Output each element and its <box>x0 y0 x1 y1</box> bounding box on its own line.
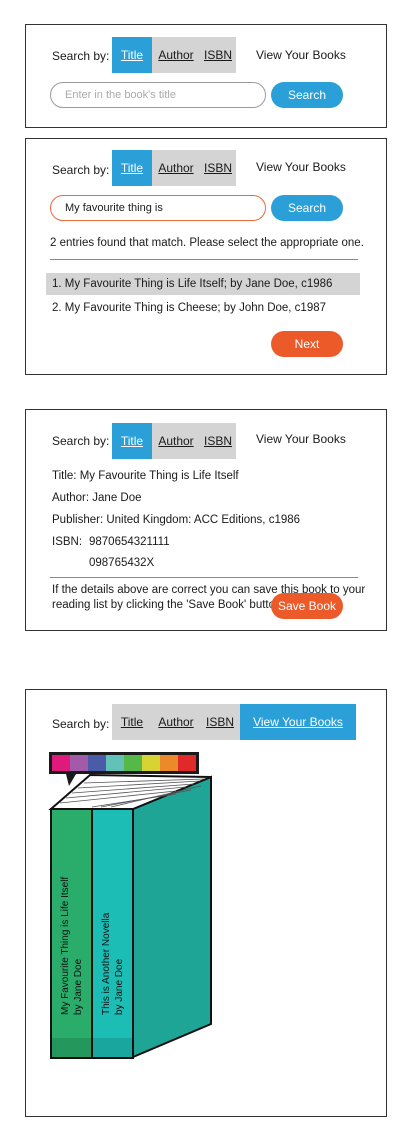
book-spine-2 <box>91 808 134 1059</box>
tab-isbn[interactable]: ISBN <box>200 150 236 186</box>
search-tabs: Title Author ISBN <box>112 150 236 186</box>
palette-swatch[interactable] <box>70 755 88 771</box>
search-by-label: Search by: <box>52 49 110 63</box>
save-instructions-line2: reading list by clicking the 'Save Book'… <box>52 599 285 611</box>
search-panel-initial: Search by: Title Author ISBN View Your B… <box>25 24 387 128</box>
palette-swatch[interactable] <box>88 755 106 771</box>
palette-swatch[interactable] <box>52 755 70 771</box>
search-button[interactable]: Search <box>271 195 343 221</box>
tab-title[interactable]: Title <box>112 150 152 186</box>
tab-group-other: Author ISBN <box>152 150 236 186</box>
isbn-label: ISBN: <box>52 536 83 548</box>
search-by-label: Search by: <box>52 163 110 177</box>
book2-author: by Jane Doe <box>114 958 125 1015</box>
search-tabs: Title Author ISBN <box>112 37 236 73</box>
palette-pointer-icon <box>66 774 76 786</box>
tab-title[interactable]: Title <box>112 37 152 73</box>
palette-swatch[interactable] <box>124 755 142 771</box>
palette-swatch[interactable] <box>142 755 160 771</box>
tab-group-other: Author ISBN <box>152 37 236 73</box>
view-books-link[interactable]: View Your Books <box>256 37 346 73</box>
tab-title[interactable]: Title <box>112 423 152 459</box>
tab-author[interactable]: Author <box>152 423 200 459</box>
search-by-label: Search by: <box>52 434 110 448</box>
palette-swatch[interactable] <box>106 755 124 771</box>
search-button[interactable]: Search <box>271 82 343 108</box>
tab-isbn[interactable]: ISBN <box>200 423 236 459</box>
divider <box>50 259 358 260</box>
view-books-link[interactable]: View Your Books <box>256 421 346 457</box>
title-search-input[interactable]: My favourite thing is <box>50 195 266 221</box>
tab-author[interactable]: Author <box>152 150 200 186</box>
search-tabs: Title Author ISBN <box>112 423 236 459</box>
book2-title: This is Another Novella <box>101 912 112 1015</box>
book-author: Author: Jane Doe <box>52 492 142 504</box>
tab-author[interactable]: Author <box>152 37 200 73</box>
save-book-button[interactable]: Save Book <box>271 593 343 619</box>
book1-title: My Favourite Thing is Life Itself <box>60 877 71 1015</box>
result-item[interactable]: 2. My Favourite Thing is Cheese; by John… <box>46 297 360 319</box>
view-books-panel: Search by: Title Author ISBN View Your B… <box>25 689 387 1117</box>
title-search-input[interactable]: Enter in the book's title <box>50 82 266 108</box>
bookshelf-illustration: My Favourite Thing is Life Itself by Jan… <box>48 752 212 1059</box>
book-block-side <box>132 775 212 1059</box>
book1-author: by Jane Doe <box>73 958 84 1015</box>
book-details-panel: Search by: Title Author ISBN View Your B… <box>25 409 387 631</box>
book-spine-1 <box>50 808 93 1059</box>
result-item[interactable]: 1. My Favourite Thing is Life Itself; by… <box>46 273 360 295</box>
search-results-panel: Search by: Title Author ISBN View Your B… <box>25 138 387 375</box>
book-title: Title: My Favourite Thing is Life Itself <box>52 470 239 482</box>
palette-swatch[interactable] <box>160 755 178 771</box>
next-button[interactable]: Next <box>271 331 343 357</box>
tab-isbn[interactable]: ISBN <box>200 37 236 73</box>
divider <box>50 577 358 578</box>
book-publisher: Publisher: United Kingdom: ACC Editions,… <box>52 514 301 526</box>
palette-swatch[interactable] <box>178 755 196 771</box>
tab-group-other: Author ISBN <box>152 423 236 459</box>
view-books-link[interactable]: View Your Books <box>256 149 346 185</box>
isbn-value-2: 098765432X <box>89 557 155 569</box>
book-base-shadow <box>51 1038 133 1058</box>
results-message: 2 entries found that match. Please selec… <box>50 237 364 249</box>
isbn-value-1: 9870654321111 <box>89 536 170 548</box>
